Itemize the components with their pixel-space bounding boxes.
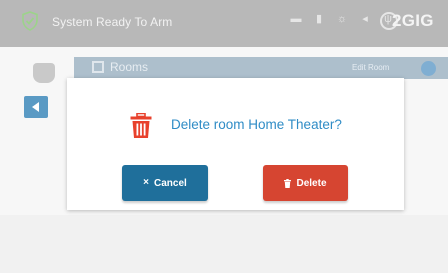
message-icon[interactable]: ▬ [290,13,302,25]
volume-icon[interactable]: ◂ [359,13,371,25]
brightness-icon[interactable]: ☼ [336,13,348,25]
trash-small-icon [284,178,292,188]
bookmark-icon[interactable]: ▮ [313,13,325,25]
screen: System Ready To Arm ▬ ▮ ☼ ◂ ψ 2GIG Rooms… [0,0,448,273]
background-footer [0,215,448,273]
shield-icon [22,11,38,31]
trash-icon [130,113,152,138]
close-icon: × [143,177,150,188]
system-status-text: System Ready To Arm [52,15,173,29]
rooms-title: Rooms [110,60,149,74]
cancel-button-label: Cancel [154,177,187,189]
cancel-button[interactable]: × Cancel [122,165,208,201]
delete-room-dialog: Delete room Home Theater? × Cancel Delet… [67,78,404,210]
edit-room-label[interactable]: Edit Room [352,63,389,72]
status-bar: System Ready To Arm ▬ ▮ ☼ ◂ ψ 2GIG [0,0,448,47]
home-icon[interactable] [33,63,55,83]
status-icons: ▬ ▮ ☼ ◂ ψ [290,13,394,25]
dialog-message: Delete room Home Theater? [171,117,342,132]
delete-button[interactable]: Delete [263,165,348,201]
rooms-icon [92,61,104,73]
delete-button-label: Delete [296,177,327,189]
edit-room-button[interactable] [421,61,436,76]
brand-logo: 2GIG [392,11,434,30]
back-button[interactable] [24,96,48,118]
